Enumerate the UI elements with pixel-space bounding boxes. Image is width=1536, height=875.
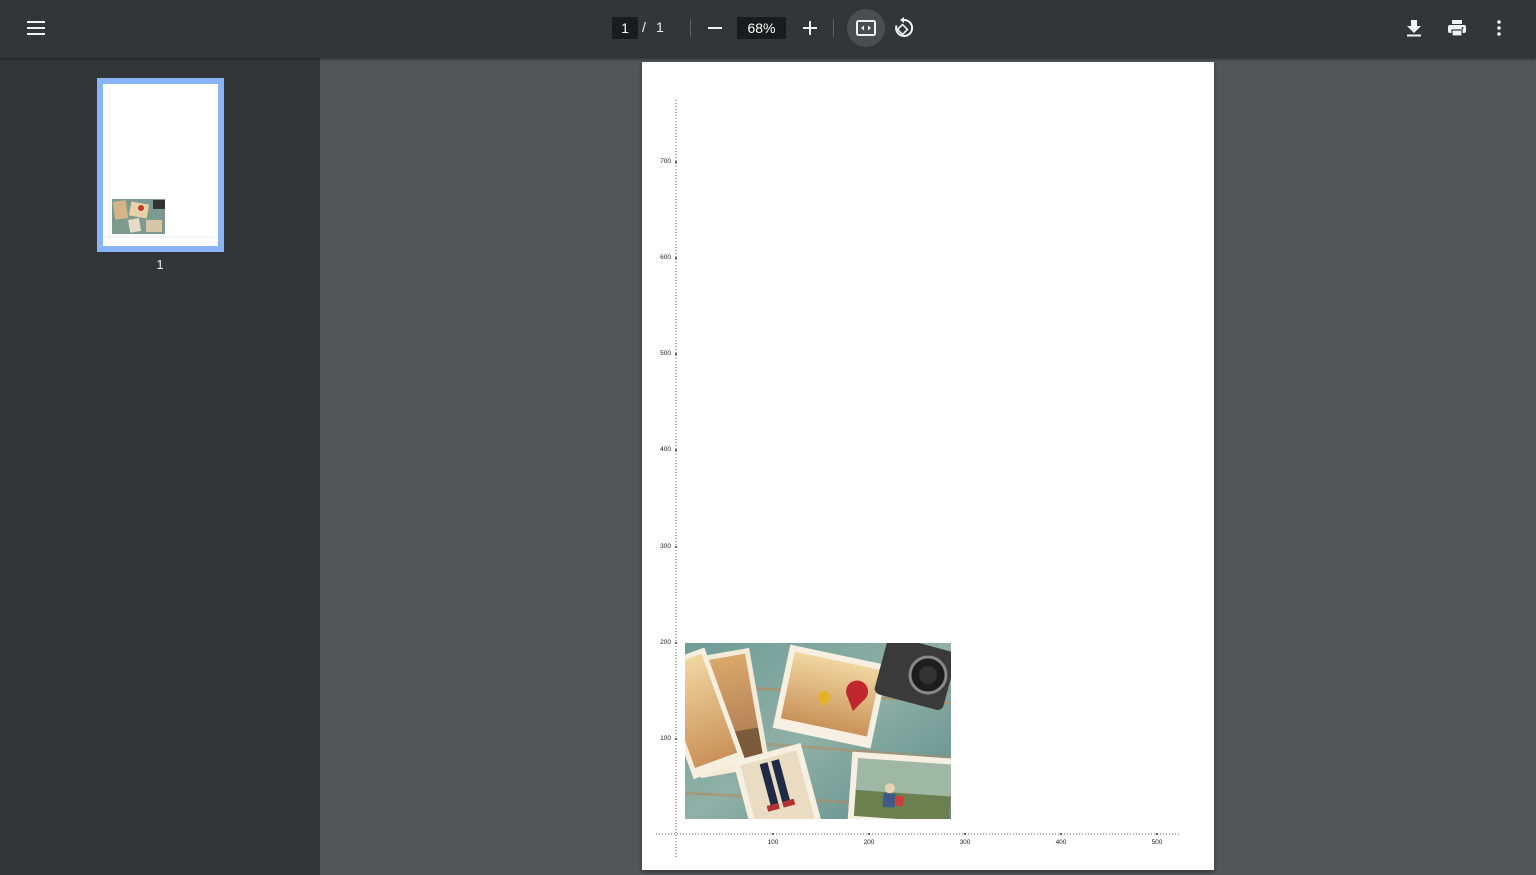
- plus-icon: [803, 21, 817, 35]
- x-tick-label: 300: [959, 839, 971, 846]
- rotate-button[interactable]: [889, 13, 919, 43]
- embedded-photo-collage: [685, 643, 951, 819]
- x-tick-label: 200: [863, 839, 875, 846]
- fit-to-page-button[interactable]: [847, 9, 885, 47]
- page-separator: /: [642, 19, 646, 35]
- toolbar-divider: [833, 19, 834, 37]
- zoom-out-button[interactable]: [702, 14, 728, 42]
- x-tick-label: 500: [1151, 839, 1163, 846]
- page-number-input[interactable]: 1: [612, 17, 638, 39]
- thumbnail-page-number: 1: [156, 257, 164, 272]
- menu-button[interactable]: [18, 10, 54, 46]
- thumbnail-preview: [107, 89, 215, 240]
- rotate-counterclockwise-icon: [895, 17, 914, 37]
- y-tick-label: 500: [660, 350, 671, 357]
- page-total: 1: [656, 19, 664, 35]
- pdf-toolbar: 1 / 1 68%: [0, 0, 1536, 58]
- minus-icon: [708, 27, 722, 29]
- printer-icon: [1448, 20, 1466, 37]
- y-tick-label: 200: [660, 639, 671, 646]
- y-tick-label: 600: [660, 254, 671, 261]
- thumbnail-sidebar: 1: [0, 58, 320, 875]
- zoom-level-input[interactable]: 68%: [737, 17, 786, 39]
- fit-page-icon: [856, 20, 876, 36]
- download-icon: [1407, 20, 1421, 37]
- photo-collage-image: [685, 643, 951, 819]
- more-actions-button[interactable]: [1488, 13, 1510, 43]
- document-page: 700 600 500 400 300 200 100 100 200 300 …: [642, 62, 1214, 870]
- hamburger-menu-icon: [27, 21, 45, 35]
- y-tick-label: 300: [660, 543, 671, 550]
- y-tick-label: 700: [660, 158, 671, 165]
- x-tick-label: 100: [767, 839, 779, 846]
- more-vertical-icon: [1497, 20, 1501, 36]
- print-button[interactable]: [1442, 13, 1472, 43]
- zoom-in-button[interactable]: [797, 14, 823, 42]
- y-tick-label: 100: [660, 735, 671, 742]
- download-button[interactable]: [1400, 13, 1428, 43]
- x-tick-label: 400: [1055, 839, 1067, 846]
- page-thumbnail[interactable]: [97, 78, 224, 252]
- y-tick-label: 400: [660, 446, 671, 453]
- toolbar-divider: [690, 19, 691, 37]
